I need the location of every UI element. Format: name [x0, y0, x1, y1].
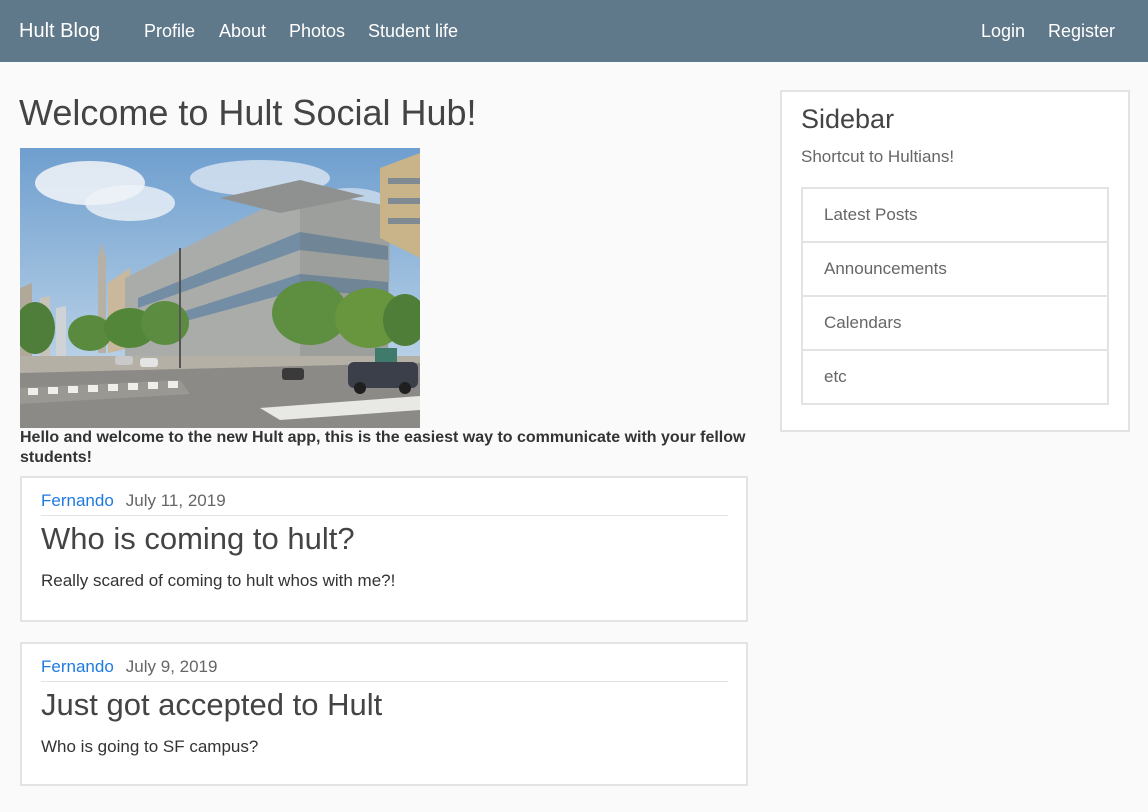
sidebar-item-announcements[interactable]: Announcements	[803, 243, 1107, 297]
post-card: Fernando July 9, 2019 Just got accepted t…	[20, 642, 748, 786]
sidebar-subtitle: Shortcut to Hultians!	[801, 147, 955, 166]
page-title: Welcome to Hult Social Hub!	[19, 92, 477, 133]
post-date: July 9, 2019	[125, 657, 218, 676]
post-body: Who is going to SF campus?	[41, 737, 259, 756]
nav-student-life-link[interactable]: Student life	[368, 20, 458, 42]
sidebar-item-etc[interactable]: etc	[803, 351, 1107, 403]
post-author-link[interactable]: Fernando	[41, 657, 114, 676]
sidebar-item-calendars[interactable]: Calendars	[803, 297, 1107, 351]
nav-profile-link[interactable]: Profile	[144, 20, 195, 42]
sidebar-item-latest-posts[interactable]: Latest Posts	[803, 189, 1107, 243]
post-date: July 11, 2019	[125, 491, 226, 510]
sidebar: Sidebar Shortcut to Hultians! Latest Pos…	[780, 90, 1130, 432]
post-card: Fernando July 11, 2019 Who is coming to h…	[20, 476, 748, 622]
register-link[interactable]: Register	[1048, 20, 1115, 42]
login-link[interactable]: Login	[981, 20, 1025, 42]
post-meta: Fernando July 11, 2019	[41, 490, 728, 516]
post-title-link[interactable]: Just got accepted to Hult	[41, 686, 382, 724]
brand-link[interactable]: Hult Blog	[19, 19, 100, 43]
welcome-text: Hello and welcome to the new Hult app, t…	[20, 429, 746, 466]
sidebar-title: Sidebar	[801, 104, 895, 134]
campus-building-photo	[20, 148, 420, 428]
nav-about-link[interactable]: About	[219, 20, 266, 42]
top-navbar: Hult Blog Profile About Photos Student l…	[0, 0, 1148, 62]
sidebar-shortcut-list: Latest Posts Announcements Calendars etc	[801, 187, 1109, 405]
post-author-link[interactable]: Fernando	[41, 491, 114, 510]
post-body: Really scared of coming to hult whos wit…	[41, 571, 396, 590]
post-meta: Fernando July 9, 2019	[41, 656, 728, 682]
nav-photos-link[interactable]: Photos	[289, 20, 345, 42]
post-title-link[interactable]: Who is coming to hult?	[41, 520, 355, 558]
